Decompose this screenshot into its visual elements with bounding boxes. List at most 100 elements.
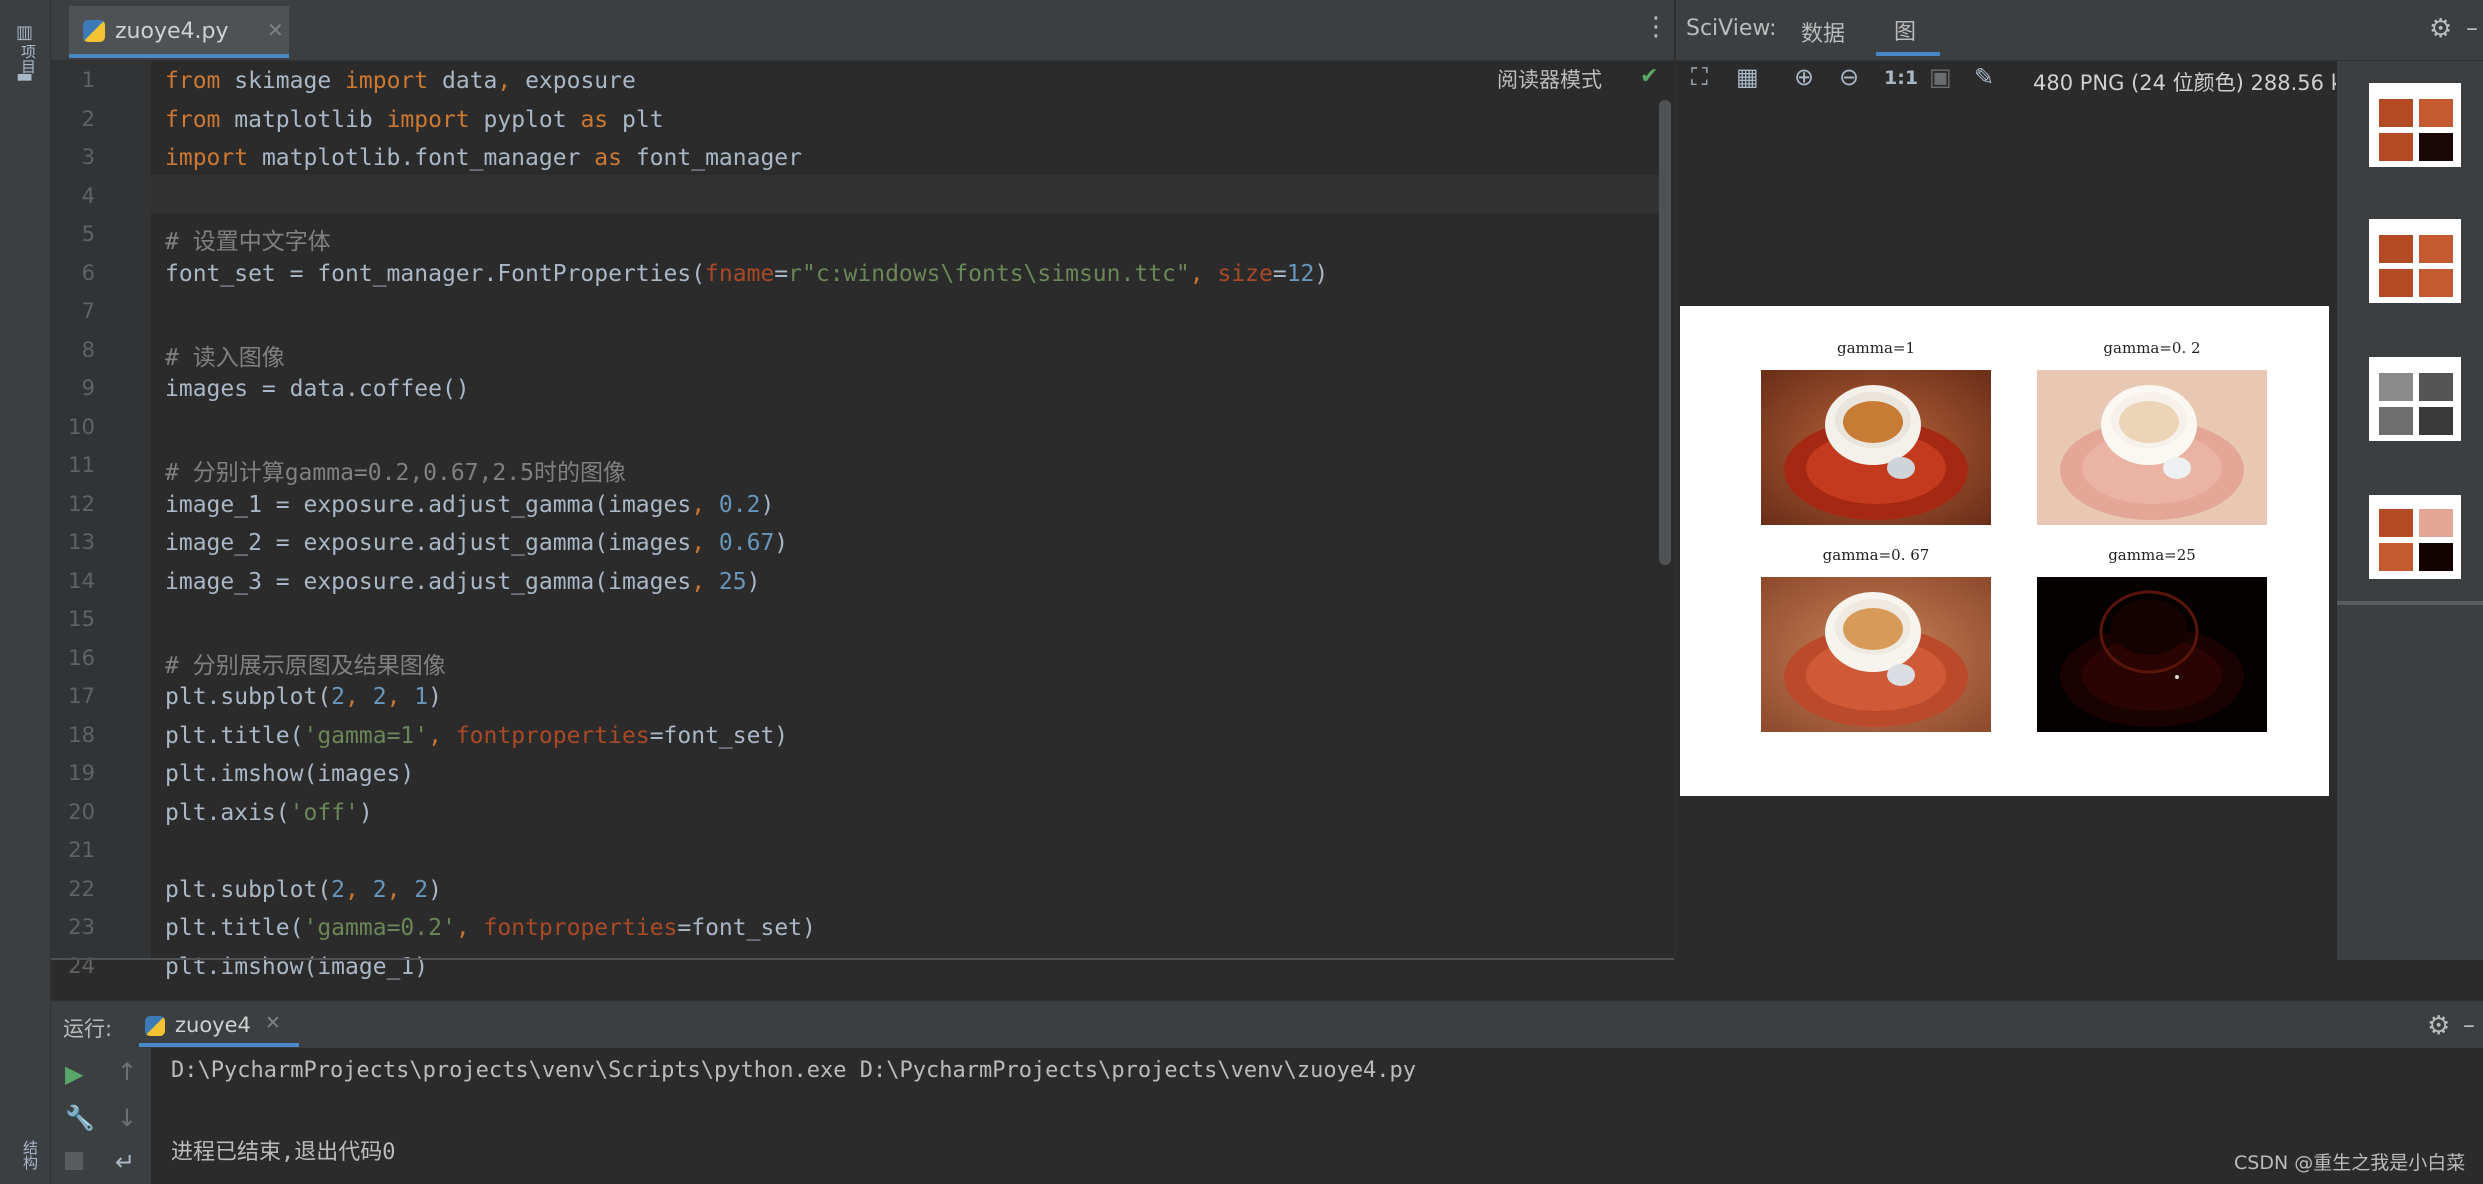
- sciview-tab-data[interactable]: 数据: [1801, 16, 1845, 48]
- stop-icon[interactable]: [65, 1152, 83, 1170]
- folder-icon[interactable]: ▬: [16, 66, 36, 87]
- scroll-up-icon[interactable]: ↑: [117, 1058, 137, 1086]
- run-tab-label: zuoye4: [175, 1013, 251, 1037]
- image-info: 480 PNG (24 位颜色) 288.56 kB: [2033, 71, 2358, 95]
- line-number: 20: [68, 799, 95, 824]
- editor-tab-label: zuoye4.py: [115, 19, 229, 44]
- editor-tab-bar: zuoye4.py ✕ ⋮: [51, 0, 1674, 61]
- line-number: 3: [81, 145, 95, 169]
- line-number-gutter: 1 2 3 4 5 6 7 8 9 10 11 12 13 14 15 16 17 18 19 20 21 22 23 24: [51, 60, 151, 978]
- coffee-image-gamma-25: [2037, 577, 2267, 732]
- code-line: plt.axis('off'): [165, 799, 373, 826]
- code-line: plt.subplot(2, 2, 1): [165, 684, 443, 710]
- line-number: 18: [68, 722, 95, 747]
- gear-icon[interactable]: ⚙: [2429, 14, 2452, 44]
- background-icon[interactable]: ▣: [1929, 63, 1952, 91]
- sciview-header: SciView: 数据 图 ⚙ –: [1675, 0, 2483, 61]
- sciview-plot-viewer: ⛶ ▦ ⊕ ⊖ 1:1 ▣ ✎ 480 PNG (24 位颜色) 288.56 …: [1675, 61, 2357, 960]
- console-line-command: D:\PycharmProjects\projects\venv\Scripts…: [171, 1058, 1417, 1083]
- line-number: 2: [81, 106, 95, 131]
- thumbnail-divider: [2337, 601, 2483, 605]
- plot-thumbnail-2[interactable]: [2369, 219, 2461, 303]
- line-number: 19: [68, 761, 95, 785]
- zoom-out-icon[interactable]: ⊖: [1839, 63, 1859, 91]
- reader-mode-button[interactable]: 阅读器模式: [1497, 64, 1602, 94]
- python-run-icon: [145, 1016, 165, 1036]
- console-line-exit: 进程已结束,退出代码0: [171, 1140, 396, 1165]
- line-number: 11: [68, 453, 95, 477]
- line-number: 22: [68, 876, 95, 901]
- zoom-in-icon[interactable]: ⊕: [1794, 63, 1814, 91]
- line-number: 4: [81, 183, 95, 208]
- plot-thumbnail-3[interactable]: [2369, 357, 2461, 441]
- code-area[interactable]: from skimage import data, exposure from m…: [151, 60, 1661, 980]
- run-side-toolbar: ▶ ↑ 🔧 ↓ ↵: [51, 1048, 151, 1184]
- line-number: 9: [81, 376, 95, 400]
- line-number: 16: [68, 645, 95, 670]
- python-file-icon: [83, 20, 105, 42]
- code-line: plt.subplot(2, 2, 2): [165, 876, 443, 903]
- line-number: 17: [68, 684, 95, 708]
- sciview-tab-plots[interactable]: 图: [1884, 14, 1926, 46]
- fit-zoom-icon[interactable]: ⛶: [1691, 63, 1708, 91]
- rerun-play-icon[interactable]: ▶: [65, 1060, 83, 1088]
- code-line: plt.title('gamma=1', fontproperties=font…: [165, 722, 789, 749]
- code-line: plt.imshow(images): [165, 761, 415, 787]
- left-tool-strip: ▥ 项目 ▬ 结构: [0, 0, 51, 1184]
- wrench-icon[interactable]: 🔧: [65, 1104, 95, 1132]
- line-number: 6: [81, 260, 95, 285]
- close-tab-icon[interactable]: ✕: [267, 18, 284, 42]
- editor-horizontal-scrollbar[interactable]: [51, 958, 1674, 960]
- more-options-icon[interactable]: ⋮: [1643, 12, 1669, 42]
- line-number: 8: [81, 337, 95, 362]
- code-line: # 读入图像: [165, 344, 285, 371]
- line-number: 12: [68, 491, 95, 516]
- run-tool-header: 运行: zuoye4 ✕ ⚙ –: [51, 1000, 2483, 1049]
- subplot-title-3: gamma=0. 67: [1822, 546, 1930, 564]
- coffee-image-gamma-0-2: [2037, 370, 2267, 525]
- run-hide-icon[interactable]: –: [2463, 1011, 2475, 1039]
- run-tab-zuoye4[interactable]: zuoye4 ✕: [139, 1003, 299, 1047]
- line-number: 15: [68, 607, 95, 631]
- coffee-image-gamma-0-67: [1761, 577, 1991, 732]
- line-number: 21: [68, 838, 95, 862]
- active-tab-indicator: [1876, 52, 1940, 56]
- actual-size-icon[interactable]: 1:1: [1884, 67, 1918, 89]
- hide-panel-icon[interactable]: –: [2466, 14, 2478, 42]
- sciview-toolbar: ⛶ ▦ ⊕ ⊖ 1:1 ▣ ✎ 480 PNG (24 位颜色) 288.56 …: [1676, 61, 2357, 99]
- run-console-output[interactable]: D:\PycharmProjects\projects\venv\Scripts…: [151, 1048, 2483, 1184]
- close-run-tab-icon[interactable]: ✕: [265, 1012, 281, 1034]
- subplot-title-2: gamma=0. 2: [2103, 339, 2201, 357]
- scroll-down-icon[interactable]: ↓: [117, 1104, 137, 1132]
- plot-thumbnail-1[interactable]: [2369, 83, 2461, 167]
- structure-panel-label[interactable]: 结构: [20, 1140, 41, 1170]
- plot-thumbnail-4[interactable]: [2369, 495, 2461, 579]
- code-line: # 分别计算gamma=0.2,0.67,2.5时的图像: [165, 460, 626, 486]
- plot-thumbnails-panel: [2336, 61, 2483, 960]
- color-picker-icon[interactable]: ✎: [1974, 63, 1994, 91]
- soft-wrap-icon[interactable]: ↵: [115, 1148, 135, 1176]
- line-number: 13: [68, 530, 95, 554]
- editor-vertical-scrollbar[interactable]: [1659, 100, 1671, 565]
- subplot-title-4: gamma=25: [2108, 546, 2196, 564]
- subplot-title-1: gamma=1: [1836, 339, 1916, 357]
- watermark: CSDN @重生之我是小白菜: [2234, 1152, 2466, 1174]
- code-line: image_2 = exposure.adjust_gamma(images, …: [165, 530, 789, 556]
- code-line: import matplotlib.font_manager as font_m…: [165, 145, 802, 171]
- code-line: from skimage import data, exposure: [165, 68, 636, 94]
- plot-figure: gamma=1 gamma=0. 2 gamma=0. 67 gamma=25: [1680, 306, 2329, 796]
- run-settings-gear-icon[interactable]: ⚙: [2427, 1011, 2450, 1041]
- line-number: 23: [68, 915, 95, 939]
- code-line: image_3 = exposure.adjust_gamma(images, …: [165, 568, 761, 595]
- code-line: # 设置中文字体: [165, 229, 331, 255]
- code-line: from matplotlib import pyplot as plt: [165, 106, 664, 133]
- grid-icon[interactable]: ▦: [1736, 63, 1759, 91]
- coffee-image-gamma-1: [1761, 370, 1991, 525]
- code-line: images = data.coffee(): [165, 376, 470, 402]
- code-line: # 分别展示原图及结果图像: [165, 652, 446, 679]
- editor-tab-zuoye4[interactable]: zuoye4.py ✕: [69, 6, 289, 58]
- code-line: plt.title('gamma=0.2', fontproperties=fo…: [165, 915, 816, 941]
- project-panel-icon[interactable]: ▥: [16, 22, 36, 43]
- inspection-ok-icon[interactable]: ✔: [1640, 64, 1658, 89]
- line-number: 5: [81, 222, 95, 246]
